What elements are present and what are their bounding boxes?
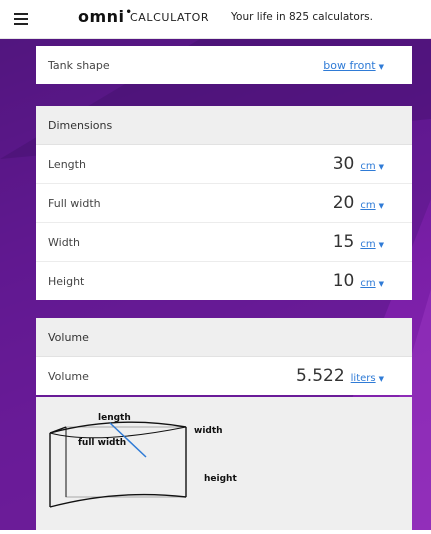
length-unit: cm [360, 161, 376, 172]
tank-shape-row: Tank shape bow front ▼ [36, 46, 412, 84]
full-width-row: Full width 20 cm ▼ [36, 184, 412, 223]
diagram-length-label: length [98, 413, 131, 423]
chevron-down-icon: ▼ [378, 375, 384, 383]
bow-front-tank-illustration: length full width width height [49, 413, 237, 508]
volume-label: Volume [48, 369, 89, 383]
tank-diagram: length full width width height [36, 397, 412, 530]
logo-suffix: CALCULATOR [130, 11, 210, 24]
diagram-width-label: width [194, 426, 223, 436]
tank-shape-select[interactable]: bow front ▼ [323, 59, 384, 72]
menu-icon[interactable] [14, 13, 28, 25]
length-input[interactable]: 30 [333, 154, 355, 174]
width-label: Width [48, 235, 80, 249]
length-row: Length 30 cm ▼ [36, 145, 412, 184]
tank-shape-value: bow front [323, 58, 376, 72]
length-label: Length [48, 157, 86, 171]
width-row: Width 15 cm ▼ [36, 223, 412, 262]
tagline: Your life in 825 calculators. [231, 11, 373, 23]
volume-row: Volume 5.522 liters ▼ [36, 357, 412, 395]
dimensions-card: Dimensions Length 30 cm ▼ Full width 20 c… [36, 106, 412, 300]
height-input[interactable]: 10 [333, 271, 355, 291]
volume-unit-select[interactable]: liters ▼ [351, 373, 384, 384]
full-width-unit: cm [360, 200, 376, 211]
tank-shape-card: Tank shape bow front ▼ [36, 46, 412, 84]
width-input[interactable]: 15 [333, 232, 355, 252]
volume-card: Volume Volume 5.522 liters ▼ [36, 318, 412, 395]
logo-text: omni [78, 7, 125, 26]
volume-header: Volume [36, 318, 412, 357]
chevron-down-icon: ▼ [378, 163, 384, 171]
full-width-unit-select[interactable]: cm ▼ [360, 200, 384, 211]
chevron-down-icon: ▼ [378, 280, 384, 288]
diagram-height-label: height [204, 474, 237, 484]
dimensions-header: Dimensions [36, 106, 412, 145]
tank-shape-label: Tank shape [48, 58, 110, 72]
top-bar: omni• CALCULATOR Your life in 825 calcul… [0, 0, 431, 39]
width-unit-select[interactable]: cm ▼ [360, 239, 384, 250]
full-width-input[interactable]: 20 [333, 193, 355, 213]
diagram-full-width-label: full width [78, 438, 126, 448]
volume-output[interactable]: 5.522 [296, 366, 345, 386]
height-label: Height [48, 274, 85, 288]
full-width-label: Full width [48, 196, 101, 210]
chevron-down-icon: ▼ [378, 202, 384, 210]
volume-unit: liters [350, 373, 376, 384]
omni-logo[interactable]: omni• [78, 7, 132, 26]
length-unit-select[interactable]: cm ▼ [360, 161, 384, 172]
chevron-down-icon: ▼ [378, 62, 384, 71]
tank-bottom-front-curve [49, 493, 187, 508]
chevron-down-icon: ▼ [378, 241, 384, 249]
height-unit-select[interactable]: cm ▼ [360, 278, 384, 289]
width-unit: cm [360, 239, 376, 250]
height-unit: cm [360, 278, 376, 289]
height-row: Height 10 cm ▼ [36, 262, 412, 300]
